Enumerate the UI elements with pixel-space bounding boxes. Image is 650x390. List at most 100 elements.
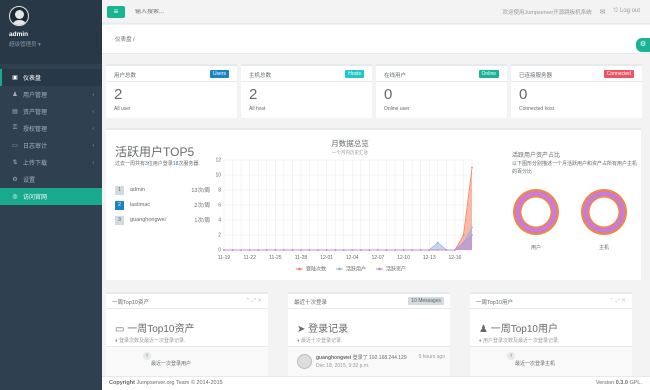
logout-link[interactable]: ⎋ Log out	[614, 8, 640, 15]
search-input[interactable]	[135, 8, 395, 15]
x-tick-label: 12-01	[320, 255, 333, 261]
login-text: guanghongwei 登录了 192.168.244.129 Dec 18, …	[316, 355, 407, 369]
chevron-left-icon: ‹	[92, 91, 94, 98]
legend-label: 登陆次数	[306, 266, 326, 273]
chevron-left-icon: ‹	[92, 108, 94, 115]
chart-title: 月数据总览	[331, 138, 369, 148]
wrench-icon[interactable]: ⤢	[615, 298, 619, 304]
stat-value: 2	[114, 86, 123, 103]
data-point	[411, 249, 414, 251]
data-point	[471, 166, 473, 169]
panel-subtitle: ♦ 用户登录次数及最近一次登录记录.	[479, 338, 560, 344]
y-tick-label: 0	[218, 248, 221, 254]
sidebar-item-3[interactable]: ▤ 资产管理 ‹	[0, 103, 102, 120]
x-tick-label: 12-13	[423, 255, 436, 261]
data-point	[368, 249, 371, 251]
panel-title: 一周Top10资产	[112, 300, 149, 306]
data-point	[402, 249, 405, 251]
wrench-icon[interactable]: ⤢	[251, 298, 255, 304]
panel-tools[interactable]: ⌃ ⤢ ✕	[245, 298, 262, 305]
panel-tools[interactable]: ⌃ ⤢ ✕	[609, 298, 626, 305]
menu-toggle-button[interactable]: ≡	[107, 5, 125, 18]
x-tick-label: 12-16	[448, 255, 461, 261]
sidebar-item-1[interactable]: ▣ 仪表盘	[0, 69, 102, 86]
envelope-icon[interactable]: ✉	[600, 8, 606, 16]
server-icon: ▤	[12, 109, 18, 115]
x-tick-label: 11-28	[295, 255, 308, 261]
close-icon[interactable]: ✕	[257, 298, 262, 304]
info-icon: i	[143, 352, 151, 360]
profile-role[interactable]: 超级管理员 ▾	[9, 40, 93, 48]
stat-card-4: 已连接服务器 Connected 0 Connected host	[511, 64, 642, 118]
rank-count: 13次/周	[191, 188, 210, 194]
sidebar-item-8[interactable]: ◎ 访问官网	[0, 188, 102, 205]
x-tick-label: 11-19	[218, 255, 231, 261]
data-point	[274, 249, 277, 251]
sidebar-item-7[interactable]: ⚙ 设置	[0, 171, 102, 188]
stat-card-3: 在线用户 Online 0 Online user	[376, 64, 507, 118]
y-tick-label: 2	[218, 233, 221, 239]
stat-card-1: 用户总数 Users 2 All user	[106, 64, 237, 118]
breadcrumb: 仪表盘 /	[102, 25, 650, 54]
data-point	[436, 241, 439, 244]
y-tick-label: 6	[218, 203, 221, 209]
chevron-up-icon[interactable]: ⌃	[245, 298, 250, 304]
data-point	[462, 241, 465, 244]
sidebar-item-2[interactable]: ♟ 用户管理 ‹	[0, 86, 102, 103]
data-point	[282, 249, 285, 251]
sidebar-item-6[interactable]: ⇅ 上传下载 ‹	[0, 154, 102, 171]
stat-value: 2	[249, 86, 258, 103]
close-icon[interactable]: ✕	[621, 298, 626, 304]
data-point	[342, 249, 345, 251]
sidebar-item-5[interactable]: ▭ 日志审计 ‹	[0, 137, 102, 154]
user-icon: ♟	[479, 324, 488, 335]
avatar[interactable]	[9, 6, 29, 26]
chevron-up-icon[interactable]: ⌃	[609, 298, 614, 304]
info-icon: i	[507, 352, 515, 360]
data-point	[445, 249, 448, 251]
rank-number: 3	[115, 215, 124, 225]
legend-label: 活跃资产	[386, 266, 406, 273]
y-tick-label: 12	[215, 158, 221, 164]
sidebar-item-4[interactable]: ⚿ 授权管理 ‹	[0, 120, 102, 137]
pie-title: 活跃用户资产占比	[512, 153, 561, 159]
messages-badge: 10 Messages	[408, 297, 444, 305]
rank-count: 1次/周	[194, 218, 210, 224]
stat-badge: Online	[478, 70, 499, 78]
sidebar-item-label: 日志审计	[23, 144, 48, 150]
data-point	[419, 249, 422, 251]
data-point	[231, 249, 234, 251]
stat-title: 已连接服务器	[519, 73, 553, 79]
rank-count: 2次/周	[194, 203, 210, 209]
x-tick-label: 11-22	[243, 255, 256, 261]
divider	[376, 81, 507, 82]
data-point	[223, 249, 225, 251]
dashboard-panel: 活跃用户TOP5 过去一周共有3位用户登录18次服务器. 月数据总览 一个月内历史…	[106, 128, 641, 280]
rank-number: 1	[115, 185, 124, 195]
data-point	[308, 249, 311, 251]
data-point	[325, 249, 328, 251]
globe-icon: ◎	[12, 194, 18, 200]
divider	[241, 81, 372, 82]
inbox-icon: ▭	[115, 324, 125, 335]
stat-card-2: 主机总数 Hosts 2 All host	[241, 64, 372, 118]
last-login-label[interactable]: 最近一次登录用户	[151, 360, 191, 367]
sidebar-item-label: 上传下载	[23, 161, 48, 167]
last-login-label[interactable]: 最近一次登录主机	[515, 360, 555, 367]
y-tick-label: 10	[215, 173, 221, 179]
panel-subtitle: ♦ 登录次数及最近一次登录记录.	[115, 338, 186, 344]
stat-badge: Hosts	[345, 70, 364, 78]
top-navbar: ≡ 欢迎使用Jumpserver开源跳板机系统 ✉ ⎋ Log out	[102, 0, 650, 24]
gear-icon: ⚙	[12, 177, 18, 183]
sidebar-nav: ▣ 仪表盘 ♟ 用户管理 ‹ ▤ 资产管理 ‹ ⚿ 授权管理 ‹ ▭ 日志审计 ‹ ⇅ 上传下载 ‹ ⚙ 设置 ◎ 访问…	[0, 69, 102, 205]
users-icon: ♟	[12, 92, 18, 98]
settings-gear-icon[interactable]: ⚙	[636, 38, 650, 52]
rank-username: lastimac	[130, 202, 151, 208]
data-point	[462, 234, 465, 236]
profile-username[interactable]: admin	[9, 31, 93, 38]
upload-icon: ⇅	[12, 160, 18, 166]
user-profile: admin 超级管理员 ▾	[0, 0, 102, 64]
data-point	[453, 249, 456, 251]
data-point	[359, 249, 362, 251]
data-point	[248, 249, 251, 251]
